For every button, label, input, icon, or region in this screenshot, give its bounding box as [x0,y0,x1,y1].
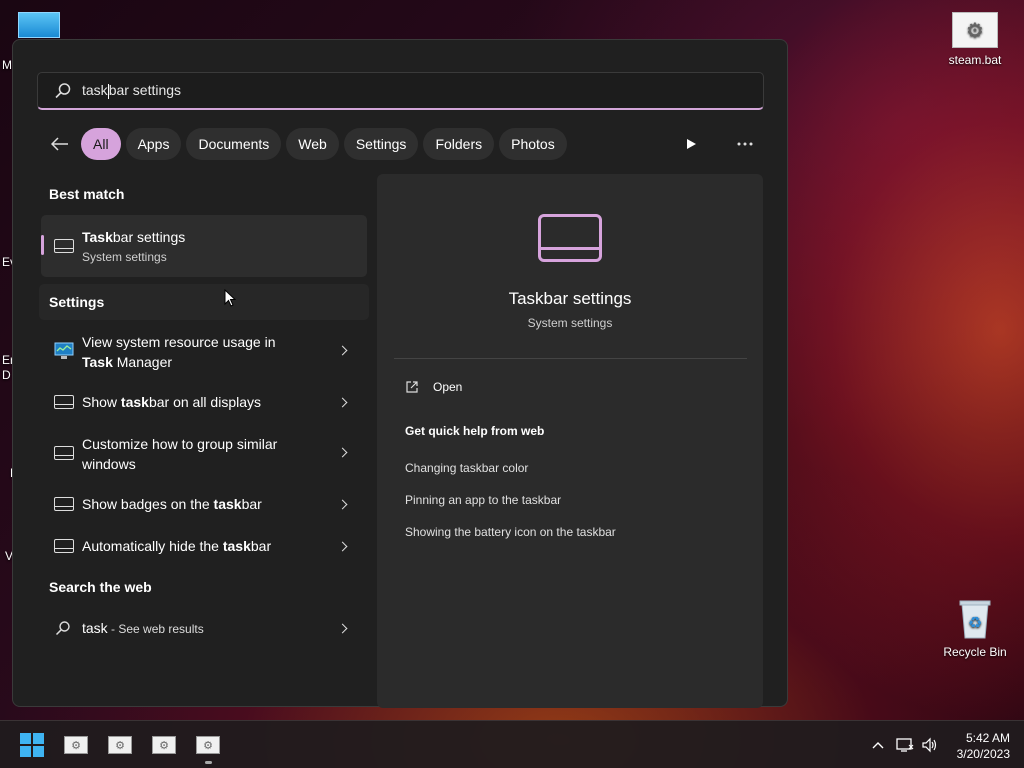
taskbar-icon [54,239,74,253]
setting-item-label: Show badges on the taskbar [82,496,262,512]
search-query: taskbar settings [82,82,182,99]
filter-chip-photos[interactable]: Photos [499,128,567,160]
settings-section-heading[interactable]: Settings [39,284,369,320]
chevron-right-icon [339,448,349,458]
taskbar-app-button[interactable]: ⚙ [152,733,176,757]
desktop-icon-label: steam.bat [948,53,1002,67]
volume-icon[interactable] [920,735,940,755]
preview-pane: Taskbar settings System settings Open Ge… [377,174,763,708]
taskbar-icon [54,446,74,460]
help-link[interactable]: Showing the battery icon on the taskbar [405,525,616,539]
chevron-right-icon [339,542,349,552]
recycle-bin-icon: ♻ [956,598,994,640]
network-icon[interactable] [895,735,915,755]
setting-item-label: Customize how to group similar windows [82,436,278,472]
clock-time: 5:42 AM [965,731,1010,745]
best-match-subtitle: System settings [82,250,167,264]
desktop-icon-label: Recycle Bin [943,645,1007,659]
gear-icon: ⚙ [196,736,220,754]
filter-chip-all[interactable]: All [81,128,121,160]
taskbar: ⚙ ⚙ ⚙ ⚙ 5:42 AM 3/20/2023 [0,720,1024,768]
taskbar-app-button[interactable]: ⚙ [108,733,132,757]
search-input[interactable]: taskbar settings [37,72,764,110]
chevron-right-icon [339,500,349,510]
search-icon [55,621,70,636]
start-button[interactable] [20,733,44,757]
divider [394,358,747,359]
help-link[interactable]: Changing taskbar color [405,461,528,475]
setting-item-show-badges[interactable]: Show badges on the taskbar [41,494,367,518]
system-clock[interactable]: 5:42 AM 3/20/2023 [957,730,1010,762]
gear-icon: ⚙ [64,736,88,754]
search-panel: taskbar settings All Apps Documents Web … [12,39,788,708]
back-arrow-icon[interactable] [45,129,75,159]
running-indicator [205,761,212,764]
taskbar-icon [54,539,74,553]
setting-item-group-windows[interactable]: Customize how to group similar windows [41,434,367,474]
best-match-heading: Best match [49,186,125,202]
preview-title: Taskbar settings [508,289,632,308]
taskbar-icon [538,214,602,262]
gear-icon: ⚙ [952,12,998,48]
setting-item-show-taskbar-all-displays[interactable]: Show taskbar on all displays [41,392,367,416]
setting-item-label: Automatically hide the taskbar [82,538,272,554]
filter-chip-documents[interactable]: Documents [186,128,282,160]
open-action[interactable]: Open [405,380,462,394]
desktop-icon-steam-bat[interactable]: ⚙ steam.bat [940,12,1010,67]
play-icon[interactable] [679,132,703,156]
chevron-right-icon [339,398,349,408]
chevron-right-icon [339,624,349,634]
search-web-heading: Search the web [49,579,152,595]
gear-icon: ⚙ [152,736,176,754]
help-link[interactable]: Pinning an app to the taskbar [405,493,561,507]
web-search-label: task - See web results [82,620,204,636]
filter-chip-web[interactable]: Web [286,128,339,160]
chevron-up-icon[interactable] [868,735,888,755]
best-match-title: Taskbar settings [82,229,186,245]
open-label: Open [433,380,463,394]
chevron-right-icon [339,346,349,356]
setting-item-task-manager[interactable]: View system resource usage in Task Manage… [41,332,367,372]
gear-icon: ⚙ [108,736,132,754]
best-match-result[interactable]: Taskbar settings System settings [41,215,367,277]
clock-date: 3/20/2023 [956,747,1010,761]
selection-indicator [41,235,44,255]
desktop-icon-recycle-bin[interactable]: ♻ Recycle Bin [940,598,1010,659]
windows-logo-icon [20,733,44,757]
quick-help-heading: Get quick help from web [405,424,545,438]
task-manager-icon [54,342,74,359]
svg-text:♻: ♻ [968,613,982,632]
taskbar-app-button[interactable]: ⚙ [196,733,220,757]
taskbar-icon [54,497,74,511]
search-icon [55,82,71,98]
filter-chip-apps[interactable]: Apps [125,128,182,160]
desktop-monitor-icon[interactable] [18,12,60,38]
filter-chip-folders[interactable]: Folders [423,128,495,160]
filter-bar: All Apps Documents Web Settings Folders … [45,128,572,160]
setting-item-auto-hide-taskbar[interactable]: Automatically hide the taskbar [41,536,367,560]
preview-subtitle: System settings [527,316,613,330]
filter-chip-settings[interactable]: Settings [343,128,419,160]
open-external-icon [406,381,418,393]
mouse-cursor-icon [224,289,236,307]
taskbar-app-button[interactable]: ⚙ [64,733,88,757]
setting-item-label: Show taskbar on all displays [82,394,262,410]
taskbar-icon [54,395,74,409]
setting-item-label: View system resource usage in Task Manage… [82,334,276,370]
desktop-label-fragment: D [2,368,11,382]
desktop-label-fragment: M [2,58,12,72]
web-search-result[interactable]: task - See web results [41,618,367,642]
more-options-icon[interactable] [733,132,757,156]
